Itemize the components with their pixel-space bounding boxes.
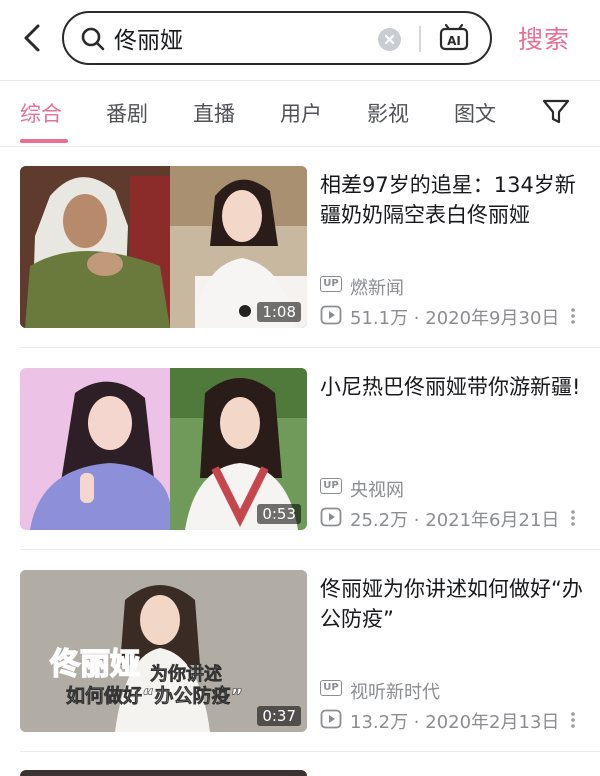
view-count: 51.1万 [350, 308, 409, 329]
tab-comprehensive[interactable]: 综合 [20, 98, 62, 128]
up-badge-icon: UP [320, 276, 342, 292]
search-divider [419, 26, 421, 52]
publish-date: 2020年9月30日 [425, 308, 560, 329]
filter-icon[interactable] [541, 98, 571, 126]
active-tab-indicator [20, 139, 68, 143]
tab-film[interactable]: 影视 [367, 98, 409, 128]
video-title[interactable]: 小尼热巴佟丽娅带你游新疆! [320, 372, 585, 402]
duration-badge: 0:53 [257, 504, 301, 524]
row-divider [20, 347, 600, 348]
view-count: 25.2万 [350, 510, 409, 531]
publish-date: 2021年6月21日 [425, 510, 560, 531]
tab-anime[interactable]: 番剧 [106, 98, 148, 128]
ai-assistant-icon[interactable]: AI [438, 22, 470, 54]
search-input[interactable] [114, 21, 374, 55]
duration-badge: 0:37 [257, 706, 301, 726]
search-button[interactable]: 搜索 [518, 20, 570, 56]
views-and-date: 51.1万 · 2020年9月30日 [350, 308, 560, 329]
view-count: 13.2万 [350, 712, 409, 733]
row-divider [20, 549, 600, 550]
clear-icon[interactable] [378, 28, 401, 51]
meta-row: 51.1万 · 2020年9月30日 [320, 304, 585, 329]
category-tabs: 综合 番剧 直播 用户 影视 图文 [0, 82, 600, 144]
video-result-3[interactable]: 佟丽娅 为你讲述 如何做好“办公防疫” 0:37 佟丽娅为你讲述如何做好“办公防… [0, 570, 600, 770]
video-thumbnail[interactable]: 1:08 [20, 166, 307, 328]
tab-users[interactable]: 用户 [280, 98, 322, 128]
back-arrow-icon[interactable] [18, 20, 50, 56]
thumbnail-caption-name: 佟丽娅 [49, 647, 140, 682]
row-divider [20, 751, 600, 752]
tab-articles[interactable]: 图文 [454, 98, 496, 128]
uploader-name[interactable]: 燃新闻 [350, 274, 404, 300]
search-box[interactable]: AI [62, 11, 492, 65]
video-title[interactable]: 相差97岁的追星：134岁新疆奶奶隔空表白佟丽娅 [320, 170, 585, 230]
thumbnail-caption-line2: 如何做好“办公防疫” [66, 684, 243, 707]
play-count-icon [320, 709, 342, 729]
thumbnail-caption-line1: 为你讲述 [150, 663, 222, 685]
uploader-name[interactable]: 央视网 [350, 476, 404, 502]
video-result-2[interactable]: 0:53 小尼热巴佟丽娅带你游新疆! UP 央视网 25.2万 · 2021年6… [0, 368, 600, 568]
video-thumbnail-partial[interactable] [20, 770, 307, 776]
publish-date: 2020年2月13日 [425, 712, 560, 733]
duration-badge: 1:08 [257, 302, 301, 322]
search-header: AI 搜索 [0, 0, 600, 80]
more-icon[interactable] [569, 710, 577, 730]
search-icon [80, 26, 106, 52]
tab-live[interactable]: 直播 [193, 98, 235, 128]
views-and-date: 25.2万 · 2021年6月21日 [350, 510, 560, 531]
ai-label: AI [447, 34, 461, 48]
video-thumbnail[interactable]: 0:53 [20, 368, 307, 530]
tabs-divider [0, 146, 600, 147]
up-badge-icon: UP [320, 478, 342, 494]
video-title[interactable]: 佟丽娅为你讲述如何做好“办公防疫” [320, 574, 585, 634]
header-divider [0, 80, 600, 81]
meta-row: 13.2万 · 2020年2月13日 [320, 708, 585, 733]
play-count-icon [320, 305, 342, 325]
more-icon[interactable] [569, 306, 577, 326]
views-and-date: 13.2万 · 2020年2月13日 [350, 712, 560, 733]
video-result-1[interactable]: 1:08 相差97岁的追星：134岁新疆奶奶隔空表白佟丽娅 UP 燃新闻 51.… [0, 166, 600, 366]
play-count-icon [320, 507, 342, 527]
video-thumbnail[interactable]: 佟丽娅 为你讲述 如何做好“办公防疫” 0:37 [20, 570, 307, 732]
uploader-name[interactable]: 视听新时代 [350, 678, 440, 704]
up-badge-icon: UP [320, 680, 342, 696]
meta-row: 25.2万 · 2021年6月21日 [320, 506, 585, 531]
more-icon[interactable] [569, 508, 577, 528]
